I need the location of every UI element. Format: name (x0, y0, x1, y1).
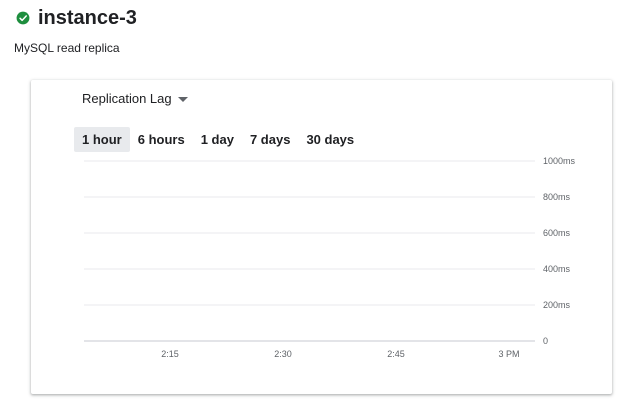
check-circle-icon (16, 11, 30, 25)
y-tick-label: 1000ms (543, 156, 576, 166)
x-tick-label: 3 PM (498, 349, 519, 359)
replication-lag-chart: 0 200ms 400ms 600ms 800ms 1000ms 2:15 2:30 2:45 3… (84, 156, 576, 359)
x-tick-label: 2:30 (274, 349, 292, 359)
instance-overview-page: instance-3 MySQL read replica Replicatio… (0, 0, 627, 405)
instance-description: MySQL read replica (14, 41, 120, 55)
metric-card: Replication Lag 1 hour 6 hours 1 day 7 d… (31, 80, 612, 394)
title-row: instance-3 (16, 6, 137, 30)
y-tick-label: 800ms (543, 192, 571, 202)
y-tick-label: 600ms (543, 228, 571, 238)
y-tick-label: 0 (543, 336, 548, 346)
x-tick-label: 2:45 (387, 349, 405, 359)
y-tick-label: 400ms (543, 264, 571, 274)
instance-title: instance-3 (38, 7, 137, 29)
x-tick-label: 2:15 (161, 349, 179, 359)
y-tick-label: 200ms (543, 300, 571, 310)
